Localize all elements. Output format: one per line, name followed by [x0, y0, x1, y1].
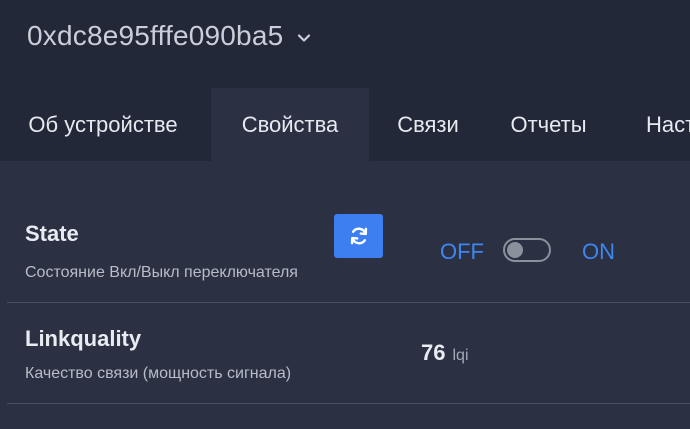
linkquality-number: 76: [421, 340, 446, 365]
tab-reports[interactable]: Отчеты: [492, 88, 605, 161]
linkquality-title: Linkquality: [25, 326, 142, 351]
device-id: 0xdc8e95fffe090ba5: [27, 20, 284, 51]
switch-knob: [507, 242, 523, 258]
tab-properties[interactable]: Свойства: [211, 88, 369, 161]
tab-bindings[interactable]: Связи: [374, 88, 482, 161]
top-bar: 0xdc8e95fffe090ba5: [0, 0, 690, 88]
refresh-button[interactable]: [334, 214, 383, 258]
linkquality-description: Качество связи (мощность сигнала): [25, 365, 292, 382]
tab-about[interactable]: Об устройстве: [0, 88, 206, 161]
linkquality-value: 76 lqi: [421, 340, 469, 366]
device-selector[interactable]: 0xdc8e95fffe090ba5: [27, 20, 311, 52]
row-divider: [7, 403, 690, 404]
row-divider: [7, 302, 690, 303]
properties-panel: State Состояние Вкл/Выкл переключателя O…: [0, 161, 690, 429]
chevron-down-icon: [298, 34, 311, 42]
tab-settings[interactable]: Наст: [632, 88, 690, 161]
state-description: Состояние Вкл/Выкл переключателя: [25, 264, 298, 281]
refresh-icon: [350, 227, 367, 245]
state-title: State: [25, 221, 79, 246]
on-label[interactable]: ON: [582, 239, 615, 265]
state-switch[interactable]: [503, 238, 551, 262]
linkquality-unit: lqi: [452, 347, 469, 364]
off-label[interactable]: OFF: [440, 239, 484, 265]
tab-bar: Об устройстве Свойства Связи Отчеты Наст: [0, 88, 690, 161]
